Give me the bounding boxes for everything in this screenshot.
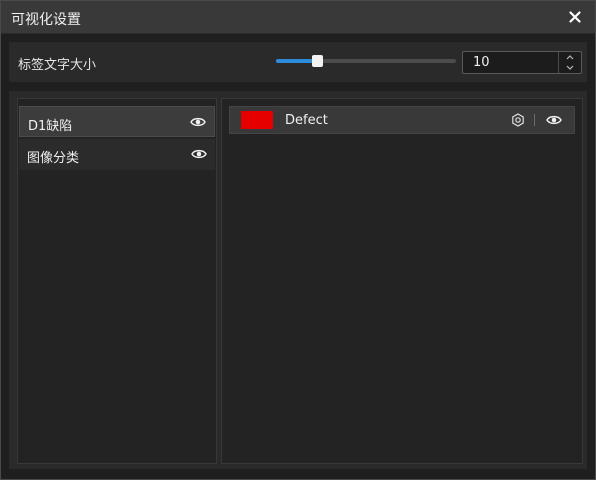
class-name: Defect [285, 113, 328, 128]
close-icon [569, 11, 581, 23]
class-row-defect[interactable]: Defect [229, 106, 575, 134]
dialog-title: 可视化设置 [11, 12, 81, 28]
label-size-spinbox[interactable]: 10 [462, 51, 582, 74]
visibility-toggle[interactable] [190, 116, 206, 128]
module-list: D1缺陷 图像分类 [17, 98, 217, 464]
gear-icon [512, 113, 524, 127]
visualization-settings-dialog: 可视化设置 标签文字大小 10 D1缺陷 图像分类 Defect [0, 0, 596, 480]
eye-icon [546, 115, 562, 125]
visibility-toggle[interactable] [191, 148, 207, 160]
eye-icon [191, 149, 207, 159]
list-item-label: 图像分类 [27, 151, 80, 166]
class-list: Defect [221, 98, 583, 464]
class-settings-button[interactable] [511, 113, 525, 127]
close-button[interactable] [565, 7, 585, 27]
list-item-image-classification[interactable]: 图像分类 [19, 139, 215, 170]
color-swatch[interactable] [241, 111, 273, 129]
main-panel: D1缺陷 图像分类 Defect [9, 91, 587, 469]
label-size-label: 标签文字大小 [18, 58, 97, 73]
chevron-down-icon [566, 65, 574, 70]
slider-thumb[interactable] [312, 55, 323, 67]
spin-down-button[interactable] [559, 63, 581, 73]
label-size-value[interactable]: 10 [473, 55, 490, 70]
title-bar: 可视化设置 [1, 1, 595, 34]
divider [534, 114, 535, 126]
list-item-label: D1缺陷 [28, 119, 73, 134]
label-size-row: 标签文字大小 10 [9, 42, 587, 82]
spin-up-button[interactable] [559, 52, 581, 62]
eye-icon [190, 117, 206, 127]
visibility-toggle[interactable] [546, 114, 562, 126]
chevron-up-icon [566, 55, 574, 60]
slider-fill [276, 59, 316, 63]
label-size-slider[interactable] [276, 52, 456, 70]
list-item-d1-defect[interactable]: D1缺陷 [19, 106, 215, 137]
